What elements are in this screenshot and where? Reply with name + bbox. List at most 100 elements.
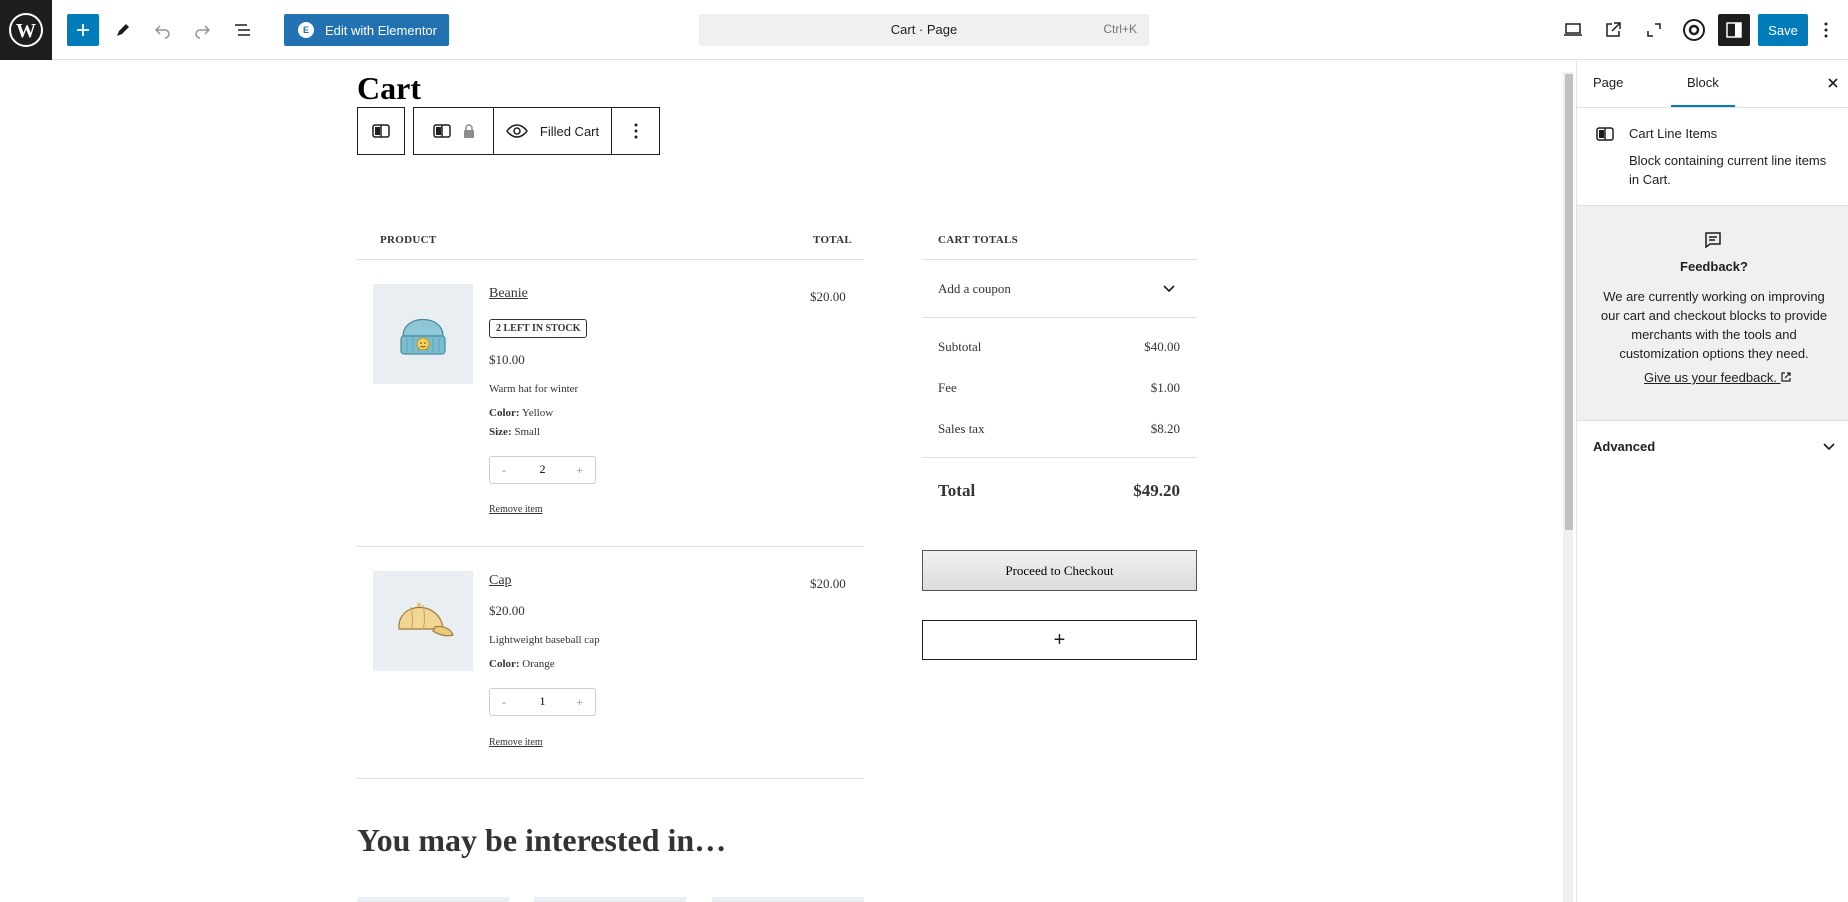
quantity-stepper: - 2 +: [489, 456, 596, 484]
add-block-button[interactable]: [67, 14, 99, 46]
plus-icon: +: [1053, 628, 1066, 651]
remove-item-link[interactable]: Remove item: [489, 737, 543, 748]
chevron-down-icon: [1163, 285, 1175, 293]
eye-icon: [505, 124, 528, 138]
tools-button[interactable]: [107, 14, 139, 46]
subtotal-label: Subtotal: [938, 339, 982, 354]
beanie-image[interactable]: [373, 284, 473, 384]
product-name-link[interactable]: Cap: [489, 573, 512, 589]
lock-icon: [463, 124, 474, 138]
product-column-header: PRODUCT: [380, 234, 437, 246]
increase-quantity-button[interactable]: +: [576, 463, 583, 478]
document-overview-button[interactable]: [227, 14, 259, 46]
preview-device-button[interactable]: [1557, 14, 1589, 46]
product-name-link[interactable]: Beanie: [489, 286, 528, 302]
list-view-icon: [235, 24, 250, 36]
more-vertical-icon: [634, 123, 637, 139]
more-vertical-icon: [1824, 22, 1828, 38]
give-feedback-link-label: Give us your feedback.: [1644, 370, 1777, 385]
filled-cart-view-switcher[interactable]: Filled Cart: [493, 107, 612, 155]
cross-sells-heading[interactable]: You may be interested in…: [357, 822, 726, 859]
options-button[interactable]: [1816, 14, 1836, 46]
close-icon[interactable]: [1826, 76, 1840, 90]
columns-block-icon: [372, 124, 390, 138]
view-page-button[interactable]: [1597, 14, 1629, 46]
editor-canvas: [0, 61, 1566, 902]
line-total: $20.00: [810, 576, 846, 591]
product-description: Warm hat for winter: [489, 383, 579, 395]
wordpress-logo-icon[interactable]: W: [0, 0, 52, 60]
block-name: Cart Line Items: [1629, 126, 1718, 141]
command-shortcut: Ctrl+K: [1103, 22, 1137, 36]
beanie-product-icon: [400, 318, 446, 355]
comment-icon: [1705, 232, 1721, 249]
checkout-button-label: Proceed to Checkout: [1005, 562, 1114, 578]
svg-text:W: W: [16, 20, 36, 42]
give-feedback-link[interactable]: Give us your feedback.: [1644, 370, 1791, 385]
product-card[interactable]: [357, 897, 509, 902]
circle-o-icon: [1683, 19, 1705, 41]
tab-block[interactable]: Block: [1687, 75, 1719, 90]
elementor-button-label: Edit with Elementor: [325, 22, 437, 38]
divider: [357, 546, 864, 547]
save-button-label: Save: [1768, 22, 1798, 38]
product-attribute: Size: Small: [489, 426, 540, 438]
product-card[interactable]: [712, 897, 864, 902]
settings-sidebar: Page Block Cart Line Items Block contain…: [1577, 61, 1848, 902]
increase-quantity-button[interactable]: +: [576, 695, 583, 710]
cap-image[interactable]: [373, 571, 473, 671]
filled-cart-label: Filled Cart: [539, 123, 600, 139]
block-description: Block containing current line items in C…: [1629, 153, 1827, 187]
divider: [357, 259, 864, 260]
external-link-icon: [1606, 22, 1621, 37]
total-label: Total: [938, 481, 976, 500]
canvas-scrollbar-thumb[interactable]: [1565, 74, 1573, 530]
subtotal-value: $40.00: [1144, 339, 1180, 354]
edit-with-elementor-button[interactable]: E Edit with Elementor: [284, 14, 449, 46]
undo-icon: [154, 25, 170, 39]
block-appender-button[interactable]: +: [922, 620, 1197, 660]
unit-price: $20.00: [489, 603, 525, 618]
line-total: $20.00: [810, 289, 846, 304]
product-attribute: Color: Orange: [489, 658, 555, 670]
save-button[interactable]: Save: [1758, 14, 1808, 46]
command-palette-bar[interactable]: Cart · Page Ctrl+K: [699, 14, 1149, 46]
advanced-label: Advanced: [1593, 439, 1656, 454]
block-options-button[interactable]: [611, 107, 660, 155]
pencil-icon: [117, 24, 129, 36]
product-card[interactable]: [534, 897, 686, 902]
divider: [1577, 107, 1848, 108]
tab-page[interactable]: Page: [1593, 75, 1623, 90]
parent-block-selector[interactable]: [357, 107, 405, 155]
redo-icon: [195, 25, 211, 39]
attribute-value: Orange: [522, 658, 555, 670]
low-stock-badge: 2 LEFT IN STOCK: [489, 319, 588, 338]
cap-product-icon: [398, 603, 454, 637]
plus-icon: [77, 24, 89, 36]
attribute-value: Small: [514, 426, 541, 438]
remove-item-link[interactable]: Remove item: [489, 504, 543, 515]
page-title[interactable]: Cart: [357, 70, 421, 107]
total-value: $49.20: [1133, 481, 1180, 500]
fullscreen-button[interactable]: [1638, 14, 1670, 46]
divider: [922, 259, 1197, 260]
columns-block-icon: [432, 124, 451, 138]
sales-tax-label: Sales tax: [938, 421, 985, 436]
redo-button[interactable]: [186, 14, 218, 46]
jetpack-button[interactable]: [1678, 14, 1710, 46]
feedback-panel: Feedback? We are currently working on im…: [1577, 206, 1848, 420]
feedback-text: We are currently working on improving ou…: [1600, 289, 1828, 361]
undo-button[interactable]: [147, 14, 179, 46]
total-column-header: TOTAL: [813, 234, 852, 246]
attribute-value: Yellow: [521, 407, 554, 419]
expand-icon: [1647, 23, 1661, 37]
unit-price: $10.00: [489, 352, 525, 367]
block-type-button[interactable]: [413, 107, 493, 155]
divider: [357, 778, 864, 779]
product-attribute: Color: Yellow: [489, 407, 553, 419]
settings-sidebar-toggle[interactable]: [1718, 14, 1750, 46]
attribute-label: Color:: [489, 658, 520, 670]
proceed-to-checkout-button[interactable]: Proceed to Checkout: [922, 550, 1197, 591]
divider: [922, 457, 1197, 458]
attribute-label: Size:: [489, 426, 512, 438]
